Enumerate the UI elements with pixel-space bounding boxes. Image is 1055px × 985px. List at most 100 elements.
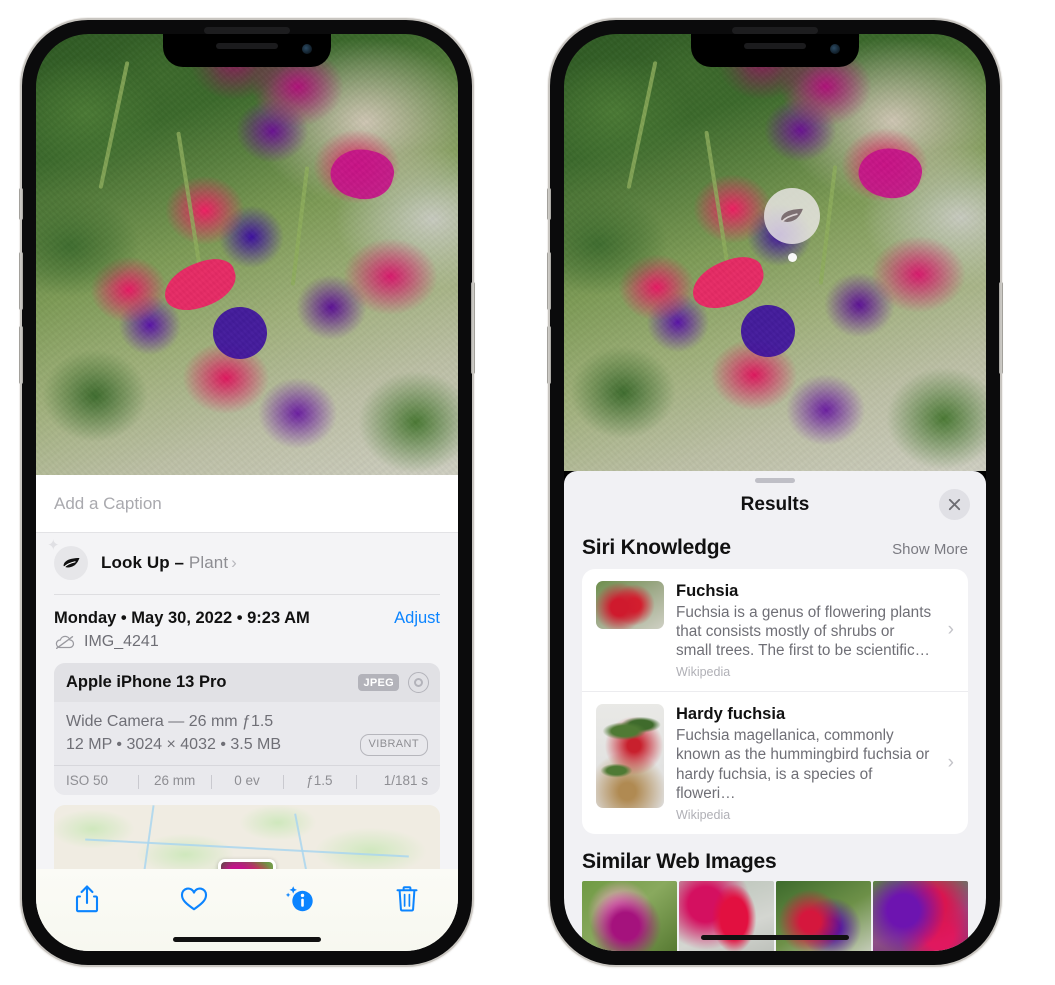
silent-switch[interactable] <box>19 188 23 220</box>
exif-body: Wide Camera — 26 mm ƒ1.5 12 MP • 3024 × … <box>54 702 440 766</box>
exif-stat-iso: ISO 50 <box>66 773 109 789</box>
screenshot-stage: Add a Caption ✦ Look Up – Plant › Monday… <box>0 0 1055 985</box>
filename-row: IMG_4241 <box>36 630 458 663</box>
similar-web-image[interactable] <box>873 881 968 951</box>
front-camera-icon <box>302 44 312 54</box>
results-header: Results <box>564 483 986 530</box>
siri-knowledge-header: Siri Knowledge Show More <box>564 530 986 569</box>
heart-icon <box>180 887 207 911</box>
exif-stat-focal: 26 mm <box>138 773 210 790</box>
similar-images-strip[interactable] <box>564 881 986 951</box>
section-title: Siri Knowledge <box>582 536 731 559</box>
volume-down-button[interactable] <box>19 326 23 384</box>
exif-header: Apple iPhone 13 Pro JPEG <box>54 663 440 702</box>
close-icon <box>948 498 961 511</box>
look-up-label: Look Up – Plant › <box>101 553 237 573</box>
exif-stat-shutter: 1/181 s <box>355 773 432 790</box>
similar-web-image[interactable] <box>776 881 871 951</box>
notch-speaker <box>744 43 806 49</box>
similar-web-image[interactable] <box>582 881 677 951</box>
adjust-button[interactable]: Adjust <box>394 609 440 628</box>
lens-line: Wide Camera — 26 mm ƒ1.5 <box>66 713 274 730</box>
knowledge-source: Wikipedia <box>676 808 731 823</box>
volume-up-button[interactable] <box>19 252 23 310</box>
exif-stat-ev: 0 ev <box>210 773 283 790</box>
knowledge-title: Fuchsia <box>676 582 739 600</box>
similar-web-images-header: Similar Web Images <box>564 834 986 881</box>
screen-left: Add a Caption ✦ Look Up – Plant › Monday… <box>36 34 458 951</box>
exif-stats-row: ISO 50 26 mm 0 ev ƒ1.5 1/181 s <box>54 765 440 796</box>
knowledge-description: Fuchsia magellanica, commonly known as t… <box>676 727 930 802</box>
info-sparkle-icon <box>286 886 314 912</box>
sparkle-icon: ✦ <box>47 537 60 554</box>
section-title: Similar Web Images <box>582 850 777 874</box>
knowledge-description: Fuchsia is a genus of flowering plants t… <box>676 603 932 660</box>
knowledge-item[interactable]: Hardy fuchsia Fuchsia magellanica, commo… <box>582 691 968 834</box>
photo-viewer-left[interactable] <box>36 34 458 475</box>
knowledge-item[interactable]: Fuchsia Fuchsia is a genus of flowering … <box>582 569 968 691</box>
format-badge: JPEG <box>358 674 399 691</box>
exif-stat-aperture: ƒ1.5 <box>283 773 355 790</box>
trash-icon <box>396 886 418 912</box>
chevron-right-icon: › <box>947 619 954 641</box>
photo-date: Monday • May 30, 2022 • 9:23 AM <box>54 609 310 627</box>
notch <box>691 34 859 67</box>
side-power-button[interactable] <box>471 282 475 374</box>
knowledge-thumbnail <box>596 704 664 809</box>
volume-down-button[interactable] <box>547 326 551 384</box>
notch-speaker <box>216 43 278 49</box>
front-camera-icon <box>830 44 840 54</box>
info-button[interactable] <box>283 882 317 916</box>
iphone-left: Add a Caption ✦ Look Up – Plant › Monday… <box>19 20 475 965</box>
spec-row: 12 MP • 3024 × 4032 • 3.5 MB VIBRANT <box>66 733 428 756</box>
exif-card[interactable]: Apple iPhone 13 Pro JPEG Wide Camera — 2… <box>54 663 440 796</box>
knowledge-thumbnail <box>596 581 664 629</box>
date-row: Monday • May 30, 2022 • 9:23 AM Adjust <box>36 595 458 630</box>
chevron-right-icon: › <box>231 553 237 572</box>
camera-lens-icon <box>408 672 429 693</box>
notch <box>163 34 331 67</box>
photo-info-sheet: Add a Caption ✦ Look Up – Plant › Monday… <box>36 475 458 951</box>
caption-input[interactable]: Add a Caption <box>36 475 458 533</box>
share-icon <box>75 885 99 913</box>
earpiece-speaker <box>204 27 290 34</box>
volume-up-button[interactable] <box>547 252 551 310</box>
side-power-button[interactable] <box>999 282 1003 374</box>
photo-texture <box>36 34 458 475</box>
look-up-subject: Plant <box>188 553 229 572</box>
camera-device-name: Apple iPhone 13 Pro <box>66 673 227 691</box>
photo-filename: IMG_4241 <box>84 633 159 650</box>
silent-switch[interactable] <box>547 188 551 220</box>
leaf-icon <box>781 208 803 222</box>
knowledge-title: Hardy fuchsia <box>676 705 786 724</box>
knowledge-body: Hardy fuchsia Fuchsia magellanica, commo… <box>676 704 956 822</box>
favorite-button[interactable] <box>177 882 211 916</box>
earpiece-speaker <box>732 27 818 34</box>
similar-web-image[interactable] <box>679 881 774 951</box>
knowledge-source: Wikipedia <box>676 665 731 680</box>
photo-viewer-right[interactable] <box>564 34 986 471</box>
lookup-section: ✦ Look Up – Plant › Monday • May 30, 202… <box>36 533 458 886</box>
visual-look-up-badge[interactable] <box>764 188 820 244</box>
home-indicator[interactable] <box>701 935 849 940</box>
share-button[interactable] <box>70 882 104 916</box>
home-indicator[interactable] <box>173 937 321 942</box>
chevron-right-icon: › <box>947 752 954 774</box>
results-title: Results <box>740 494 810 515</box>
close-button[interactable] <box>939 489 970 520</box>
cloud-slash-icon <box>55 635 75 649</box>
iphone-right: Results Siri Knowledge Show More Fuchsia… <box>547 20 1003 965</box>
leaf-icon: ✦ <box>47 538 88 580</box>
screen-right: Results Siri Knowledge Show More Fuchsia… <box>564 34 986 951</box>
results-sheet: Results Siri Knowledge Show More Fuchsia… <box>564 471 986 951</box>
look-up-row[interactable]: ✦ Look Up – Plant › <box>36 533 458 594</box>
photographic-style-badge: VIBRANT <box>359 733 428 756</box>
show-more-button[interactable]: Show More <box>892 541 968 558</box>
caption-placeholder: Add a Caption <box>54 493 162 513</box>
look-up-text: Look Up – <box>101 553 185 572</box>
spec-line: 12 MP • 3024 × 4032 • 3.5 MB <box>66 736 282 754</box>
photo-texture <box>564 34 986 471</box>
delete-button[interactable] <box>390 882 424 916</box>
siri-knowledge-card: Fuchsia Fuchsia is a genus of flowering … <box>582 569 968 835</box>
knowledge-body: Fuchsia Fuchsia is a genus of flowering … <box>676 581 956 679</box>
